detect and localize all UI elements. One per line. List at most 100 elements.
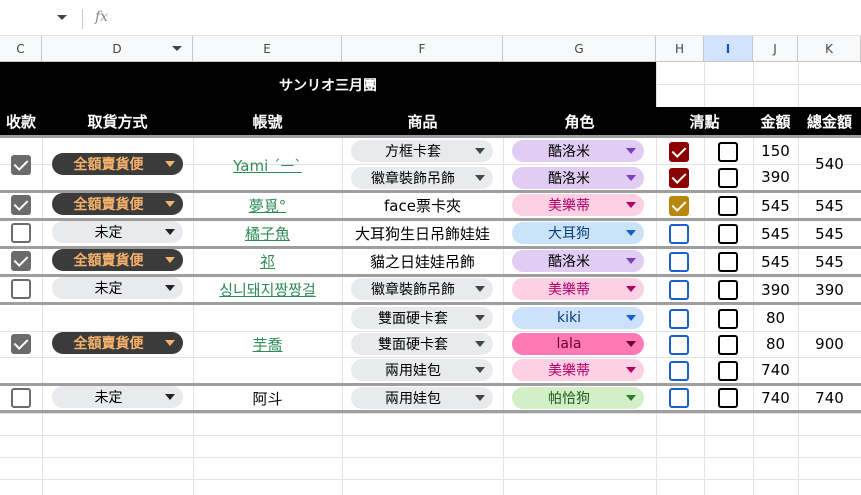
header-amount: 金額 bbox=[760, 112, 791, 131]
check-i-checkbox[interactable] bbox=[718, 388, 738, 408]
grid-line bbox=[0, 357, 861, 358]
check-h-checkbox[interactable] bbox=[669, 309, 689, 329]
amount-cell: 80 bbox=[765, 309, 786, 327]
amount-cell: 545 bbox=[761, 196, 790, 215]
column-header-label: D bbox=[112, 41, 122, 56]
paid-checkbox[interactable] bbox=[11, 223, 31, 243]
check-i-checkbox[interactable] bbox=[718, 335, 738, 355]
pickup-dropdown[interactable]: 全額賣貨便 bbox=[52, 193, 183, 215]
paid-checkbox[interactable] bbox=[11, 155, 31, 175]
check-h-checkbox[interactable] bbox=[669, 168, 689, 188]
account-link[interactable]: Yami ´ㅡ` bbox=[193, 140, 342, 190]
account-link[interactable]: 夢覓° bbox=[193, 193, 342, 218]
column-header-j[interactable]: J bbox=[753, 36, 798, 62]
column-header-f[interactable]: F bbox=[342, 36, 503, 62]
paid-checkbox[interactable] bbox=[11, 195, 31, 215]
column-header-i[interactable]: I bbox=[704, 36, 753, 62]
character-dropdown[interactable]: 酷洛米 bbox=[512, 250, 644, 272]
check-h-checkbox[interactable] bbox=[669, 252, 689, 272]
check-i-checkbox[interactable] bbox=[718, 224, 738, 244]
total-cell: 390 bbox=[815, 280, 844, 299]
check-h-checkbox[interactable] bbox=[669, 280, 689, 300]
character-dropdown[interactable]: lala bbox=[512, 333, 644, 355]
paid-checkbox[interactable] bbox=[11, 279, 31, 299]
check-i-checkbox[interactable] bbox=[718, 252, 738, 272]
account-link[interactable]: 祁 bbox=[193, 249, 342, 274]
product-dropdown[interactable]: 徽章裝飾吊飾 bbox=[351, 278, 493, 300]
pickup-dropdown[interactable]: 全額賣貨便 bbox=[52, 332, 183, 354]
check-i-checkbox[interactable] bbox=[718, 280, 738, 300]
character-dropdown[interactable]: 美樂蒂 bbox=[512, 194, 644, 216]
check-h-checkbox[interactable] bbox=[669, 361, 689, 381]
check-i-checkbox[interactable] bbox=[718, 309, 738, 329]
header-account: 帳號 bbox=[252, 112, 283, 131]
formula-bar bbox=[0, 0, 861, 36]
paid-checkbox[interactable] bbox=[11, 251, 31, 271]
product-dropdown[interactable]: 雙面硬卡套 bbox=[351, 333, 493, 355]
check-h-checkbox[interactable] bbox=[669, 388, 689, 408]
amount-cell: 390 bbox=[761, 168, 790, 186]
character-dropdown[interactable]: 大耳狗 bbox=[512, 222, 644, 244]
column-header-c[interactable]: C bbox=[0, 36, 42, 62]
product-cell: 大耳狗生日吊飾娃娃 bbox=[354, 225, 490, 243]
character-dropdown[interactable]: 酷洛米 bbox=[512, 167, 644, 189]
grid-line bbox=[0, 435, 861, 436]
pickup-dropdown[interactable]: 未定 bbox=[52, 277, 183, 299]
amount-cell: 80 bbox=[765, 335, 786, 353]
total-cell: 545 bbox=[815, 196, 844, 215]
group-border bbox=[0, 135, 861, 138]
check-i-checkbox[interactable] bbox=[718, 361, 738, 381]
check-h-checkbox[interactable] bbox=[669, 196, 689, 216]
amount-cell: 545 bbox=[761, 224, 790, 243]
column-header-k[interactable]: K bbox=[798, 36, 861, 62]
check-h-checkbox[interactable] bbox=[669, 224, 689, 244]
character-dropdown[interactable]: 帕恰狗 bbox=[512, 387, 644, 409]
pickup-dropdown[interactable]: 全額賣貨便 bbox=[52, 249, 183, 271]
paid-checkbox[interactable] bbox=[11, 334, 31, 354]
product-dropdown[interactable]: 兩用娃包 bbox=[351, 387, 493, 409]
account-link[interactable]: 싱니돼지짱짱걸 bbox=[193, 277, 342, 302]
check-i-checkbox[interactable] bbox=[718, 142, 738, 162]
formula-bar-divider bbox=[82, 9, 83, 29]
total-cell: 545 bbox=[815, 224, 844, 243]
account-link[interactable]: 芋喬 bbox=[193, 305, 342, 383]
character-dropdown[interactable]: 酷洛米 bbox=[512, 140, 644, 162]
header-check: 清點 bbox=[689, 112, 720, 131]
column-header-e[interactable]: E bbox=[193, 36, 342, 62]
fx-icon: fx bbox=[95, 9, 109, 25]
header-character: 角色 bbox=[564, 112, 595, 131]
name-box-dropdown-icon[interactable] bbox=[57, 15, 67, 20]
amount-cell: 740 bbox=[761, 389, 790, 407]
check-h-checkbox[interactable] bbox=[669, 335, 689, 355]
column-header-g[interactable]: G bbox=[503, 36, 656, 62]
product-dropdown[interactable]: 方框卡套 bbox=[351, 140, 493, 162]
total-cell: 740 bbox=[815, 389, 844, 407]
grid-line bbox=[0, 479, 861, 480]
column-header-h[interactable]: H bbox=[656, 36, 704, 62]
pickup-dropdown[interactable]: 全額賣貨便 bbox=[52, 153, 183, 175]
amount-cell: 740 bbox=[761, 361, 790, 379]
paid-checkbox[interactable] bbox=[11, 388, 31, 408]
product-dropdown[interactable]: 徽章裝飾吊飾 bbox=[351, 167, 493, 189]
amount-cell: 545 bbox=[761, 252, 790, 271]
filter-dropdown-icon[interactable] bbox=[172, 46, 182, 51]
pickup-dropdown[interactable]: 未定 bbox=[52, 221, 183, 243]
check-h-checkbox[interactable] bbox=[669, 142, 689, 162]
character-dropdown[interactable]: 美樂蒂 bbox=[512, 278, 644, 300]
pickup-dropdown[interactable]: 未定 bbox=[52, 386, 183, 408]
product-cell: 貓之日娃娃吊飾 bbox=[369, 253, 475, 271]
account-cell: 阿斗 bbox=[252, 389, 283, 408]
grid-line bbox=[0, 413, 861, 414]
sheet-title: サンリオ三月團 bbox=[0, 62, 656, 107]
character-dropdown[interactable]: 美樂蒂 bbox=[512, 359, 644, 381]
product-dropdown[interactable]: 兩用娃包 bbox=[351, 359, 493, 381]
header-product: 商品 bbox=[407, 112, 438, 131]
product-dropdown[interactable]: 雙面硬卡套 bbox=[351, 307, 493, 329]
check-i-checkbox[interactable] bbox=[718, 196, 738, 216]
column-header-d[interactable]: D bbox=[42, 36, 193, 62]
grid-line bbox=[0, 457, 861, 458]
character-dropdown[interactable]: kiki bbox=[512, 307, 644, 329]
check-i-checkbox[interactable] bbox=[718, 168, 738, 188]
product-cell: face票卡夾 bbox=[384, 197, 461, 215]
account-link[interactable]: 橘子魚 bbox=[193, 221, 342, 246]
